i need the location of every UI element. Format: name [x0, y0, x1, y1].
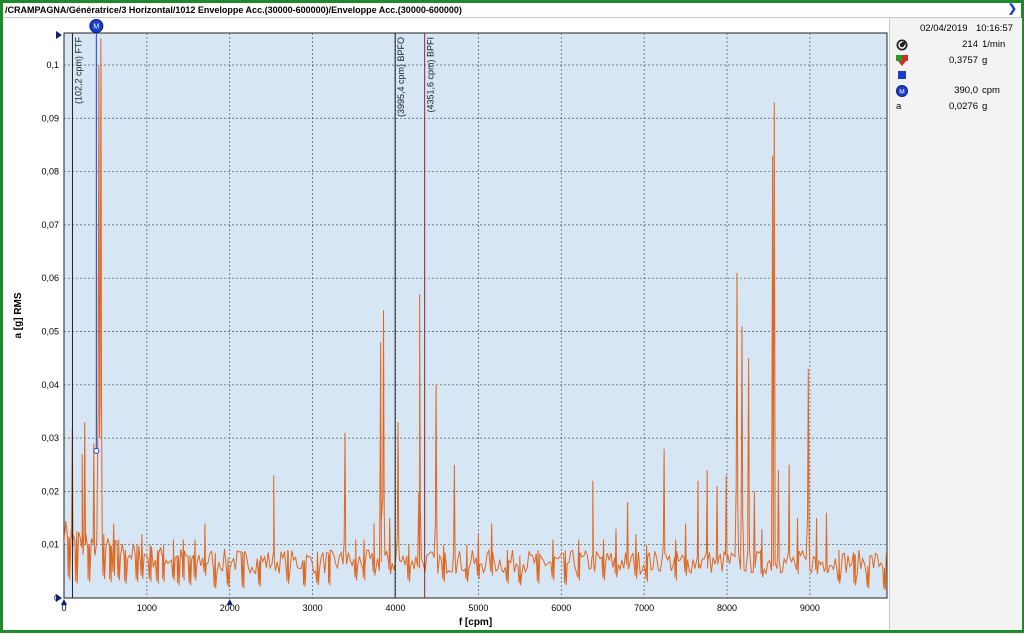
square-marker-icon — [896, 69, 908, 81]
speed-icon — [896, 39, 908, 51]
y-axis-max-marker-icon — [56, 31, 62, 39]
info-value: 390,0 — [954, 85, 978, 96]
x-tick-label: 5000 — [468, 603, 488, 613]
y-tick-label: 0,02 — [41, 486, 59, 496]
y-tick-label: 0,09 — [41, 113, 59, 123]
info-unit: cpm — [982, 85, 1000, 96]
spectrum-chart[interactable]: 010002000300040005000600070008000900000,… — [3, 18, 888, 630]
x-tick-label: 4000 — [386, 603, 406, 613]
time-text: 10:16:57 — [976, 23, 1013, 34]
info-unit: g — [982, 55, 988, 66]
info-row: 214 1/min — [890, 38, 1022, 52]
info-row — [890, 68, 1022, 82]
info-panel: 02/04/2019 10:16:57 214 1/min 0,3757 g M 390,… — [889, 18, 1022, 630]
info-row: M 390,0 cpm — [890, 84, 1022, 98]
x-tick-label: 9000 — [800, 603, 820, 613]
x-tick-label: 7000 — [634, 603, 654, 613]
info-row: a 0,0276 g — [890, 100, 1022, 114]
y-axis-label: a [g] RMS — [13, 292, 24, 338]
x-tick-label: 6000 — [551, 603, 571, 613]
title-bar: /CRAMPAGNA/Génératrice/3 Horizontal/1012… — [3, 3, 1021, 18]
info-value: 0,0276 — [948, 101, 978, 112]
level-icon — [896, 55, 908, 67]
chart-svg[interactable]: 010002000300040005000600070008000900000,… — [3, 18, 888, 630]
info-value: 214 — [962, 39, 978, 50]
svg-text:M: M — [899, 89, 904, 96]
window-frame: /CRAMPAGNA/Génératrice/3 Horizontal/1012… — [0, 0, 1024, 633]
info-unit: g — [982, 101, 988, 112]
y-tick-label: 0,1 — [46, 60, 59, 70]
cursor-handle-label: M — [93, 24, 99, 31]
y-tick-label: 0,08 — [41, 167, 59, 177]
x-axis-cursor-marker-icon — [226, 599, 233, 605]
x-tick-label: 1000 — [137, 603, 157, 613]
x-axis-start-marker-icon — [61, 599, 67, 605]
x-tick-label: 8000 — [717, 603, 737, 613]
x-tick-label: 3000 — [303, 603, 323, 613]
info-unit: 1/min — [982, 39, 1006, 50]
frequency-marker-label: (4351,6 cpm) BPFI — [426, 37, 436, 113]
frequency-marker-label: (3995,4 cpm) BPFO — [396, 37, 406, 117]
y-tick-label: 0,05 — [41, 326, 59, 336]
y-axis-min-marker-icon — [56, 594, 62, 602]
y-tick-label: 0,07 — [41, 220, 59, 230]
x-axis-label: f [cpm] — [459, 617, 492, 628]
cursor-point[interactable] — [93, 447, 100, 454]
frequency-marker-label: (102,2 cpm) FTF — [73, 37, 83, 105]
plot-area — [63, 32, 888, 599]
date-text: 02/04/2019 — [920, 23, 968, 34]
chevron-right-icon[interactable]: ❯ — [1008, 3, 1017, 16]
timestamp-row: 02/04/2019 10:16:57 — [890, 22, 1022, 36]
y-tick-label: 0,06 — [41, 273, 59, 283]
a-label: a — [896, 101, 902, 112]
info-value: 0,3757 — [948, 55, 978, 66]
y-tick-label: 0,04 — [41, 380, 59, 390]
window-title: /CRAMPAGNA/Génératrice/3 Horizontal/1012… — [5, 5, 462, 15]
y-tick-label: 0,01 — [41, 540, 59, 550]
marker-m-icon: M — [896, 85, 908, 97]
info-row: 0,3757 g — [890, 54, 1022, 68]
y-tick-label: 0,03 — [41, 433, 59, 443]
